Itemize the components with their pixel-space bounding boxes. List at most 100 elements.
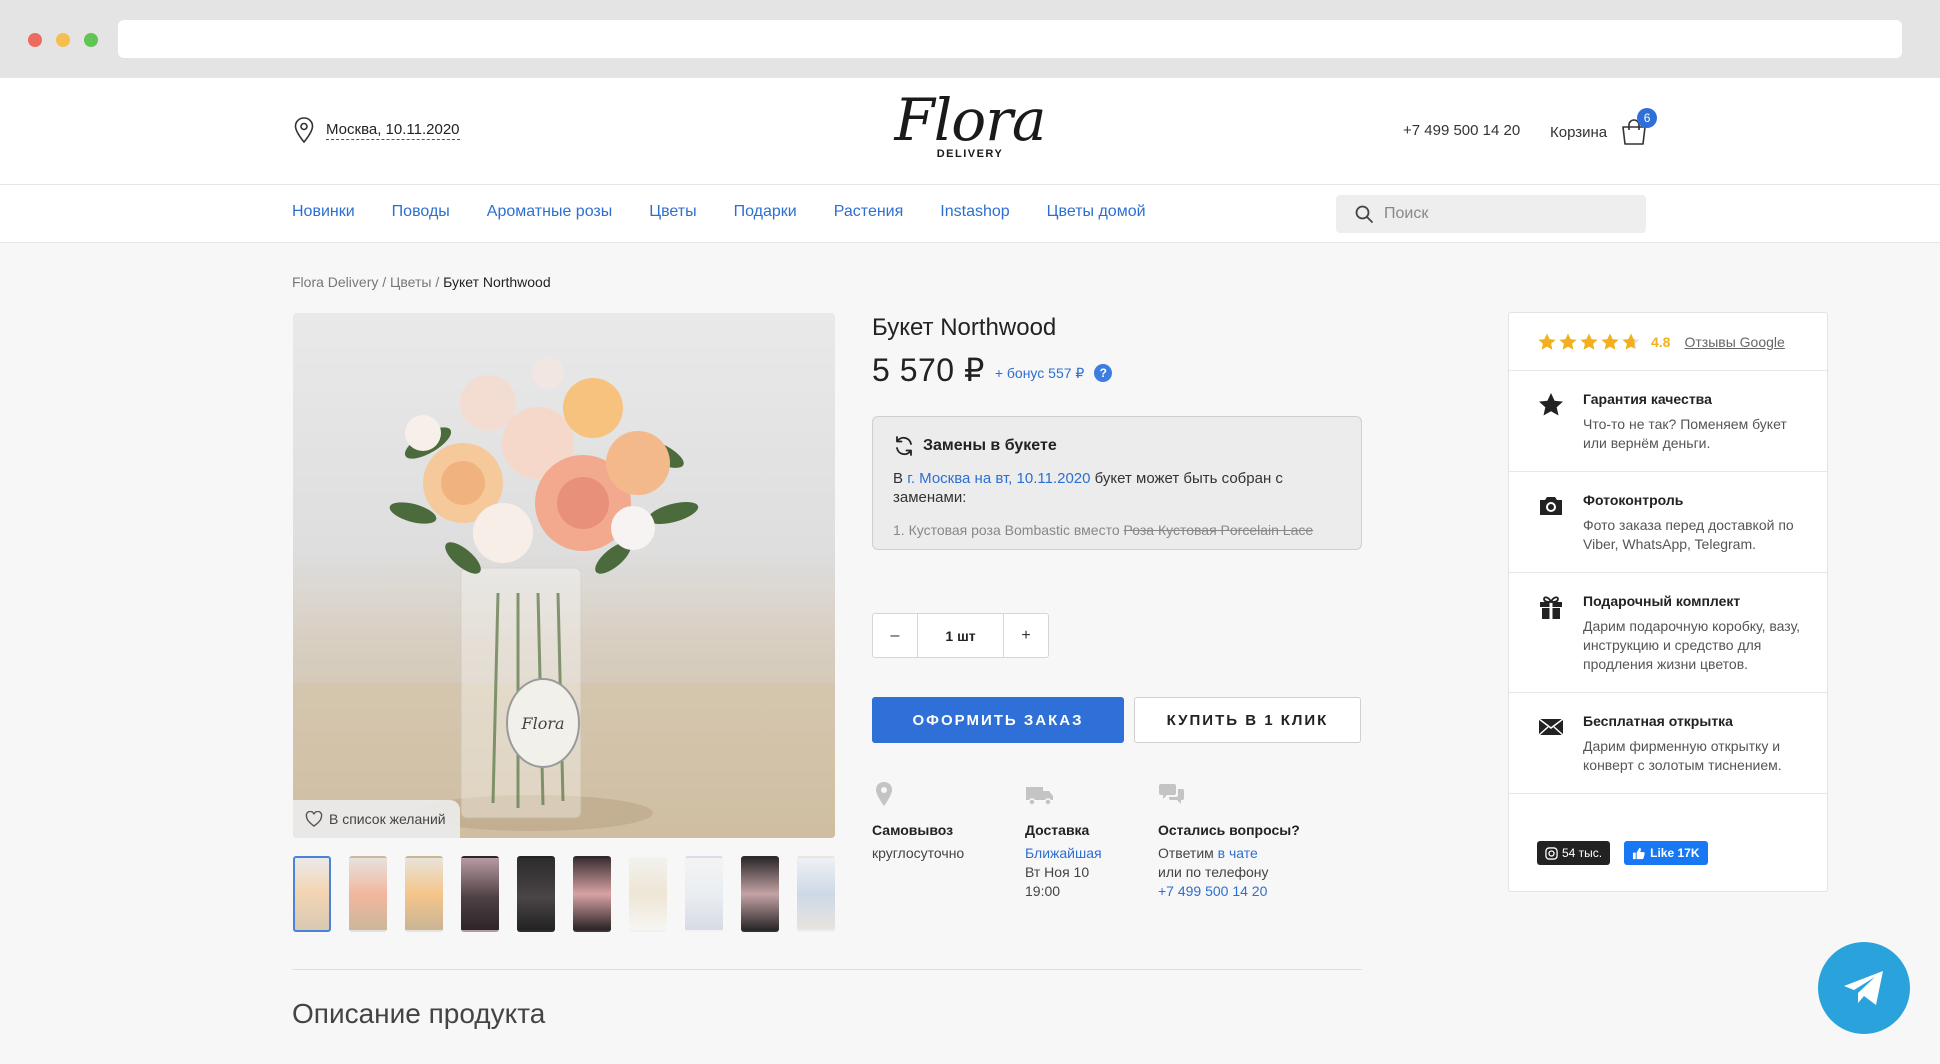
search-box[interactable]: [1336, 195, 1646, 233]
questions-chat-prefix: Ответим: [1158, 845, 1218, 861]
window-maximize-button[interactable]: [84, 33, 98, 47]
delivery-title: Доставка: [1025, 822, 1090, 838]
pickup-info: Самовывоз круглосуточно: [872, 781, 964, 863]
truck-icon: [1026, 787, 1053, 806]
facebook-like-button[interactable]: Like 17K: [1624, 841, 1708, 865]
star-icon: [1559, 333, 1577, 350]
nav-item-occasions[interactable]: Поводы: [392, 203, 450, 221]
search-icon: [1355, 205, 1373, 223]
price-row: 5 570 ₽ + бонус 557 ₽ ?: [872, 351, 1113, 389]
google-rating: 4.8 Отзывы Google: [1509, 313, 1827, 371]
shopping-bag-icon: 6: [1619, 108, 1658, 146]
thumbnail[interactable]: [461, 856, 499, 932]
location-text[interactable]: Москва, 10.11.2020: [326, 121, 460, 140]
benefits-panel: 4.8 Отзывы Google Гарантия качества Что-…: [1508, 312, 1828, 892]
address-bar[interactable]: [118, 20, 1902, 58]
substitution-heading: Замены в букете: [893, 435, 1341, 457]
description-heading: Описание продукта: [292, 998, 546, 1029]
nav-item-home-flowers[interactable]: Цветы домой: [1047, 203, 1146, 221]
substitution-date-link[interactable]: г. Москва на вт, 10.11.2020: [907, 470, 1090, 487]
cart-count-badge: 6: [1637, 108, 1658, 128]
feature-photo-control: Фотоконтроль Фото заказа перед доставкой…: [1509, 472, 1827, 573]
breadcrumb-current: Букет Northwood: [443, 274, 551, 290]
cart-button[interactable]: Корзина 6: [1550, 108, 1658, 146]
search-input[interactable]: [1384, 205, 1624, 223]
cart-label: Корзина: [1550, 123, 1608, 141]
delivery-nearest-link[interactable]: Ближайшая: [1025, 844, 1102, 863]
feature-title: Гарантия качества: [1583, 391, 1712, 407]
feature-text: Что-то не так? Поменяем букет или вернём…: [1583, 416, 1787, 451]
quantity-stepper: – 1 шт +: [872, 613, 1049, 658]
feature-title: Бесплатная открытка: [1583, 713, 1733, 729]
page-content: Flora Delivery / Цветы / Букет Northwood…: [0, 243, 1940, 1064]
quantity-value[interactable]: 1 шт: [917, 614, 1004, 657]
site-header: Москва, 10.11.2020 Flora DELIVERY +7 499…: [0, 78, 1940, 185]
thumbnail[interactable]: [629, 856, 667, 932]
questions-title: Остались вопросы?: [1158, 822, 1300, 838]
product-main-image[interactable]: Flora В список желаний: [293, 313, 835, 838]
nav-item-instashop[interactable]: Instashop: [940, 203, 1009, 221]
star-icon: [1539, 393, 1563, 416]
nav-item-flowers[interactable]: Цветы: [649, 203, 696, 221]
wishlist-label: В список желаний: [329, 811, 446, 827]
nav-item-plants[interactable]: Растения: [834, 203, 904, 221]
questions-info: Остались вопросы? Ответим в чате или по …: [1158, 781, 1300, 901]
envelope-icon: [1538, 718, 1564, 736]
header-phone[interactable]: +7 499 500 14 20: [1403, 122, 1520, 139]
breadcrumb-separator: /: [431, 274, 444, 290]
thumbnail[interactable]: [573, 856, 611, 932]
bouquet-illustration: Flora: [293, 357, 835, 838]
thumbnail[interactable]: [685, 856, 723, 932]
gift-icon: [1540, 596, 1562, 619]
google-reviews-link[interactable]: Отзывы Google: [1684, 334, 1784, 350]
feature-title: Фотоконтроль: [1583, 492, 1684, 508]
window-minimize-button[interactable]: [56, 33, 70, 47]
breadcrumb: Flora Delivery / Цветы / Букет Northwood: [292, 274, 551, 290]
heart-icon: [305, 811, 323, 827]
checkout-button[interactable]: ОФОРМИТЬ ЗАКАЗ: [872, 697, 1124, 743]
breadcrumb-category[interactable]: Цветы: [390, 274, 431, 290]
bonus-text[interactable]: + бонус 557 ₽: [995, 365, 1085, 382]
star-icon: [1538, 333, 1556, 350]
quantity-decrease-button[interactable]: –: [873, 614, 917, 657]
instagram-count: 54 тыс.: [1562, 846, 1603, 860]
help-icon[interactable]: ?: [1094, 364, 1113, 382]
feature-quality-guarantee: Гарантия качества Что-то не так? Поменяе…: [1509, 371, 1827, 472]
thumbnail[interactable]: [405, 856, 443, 932]
telegram-chat-button[interactable]: [1818, 942, 1910, 1034]
product-price: 5 570 ₽: [872, 352, 985, 388]
feature-title: Подарочный комплект: [1583, 593, 1741, 609]
wishlist-button[interactable]: В список желаний: [293, 800, 460, 838]
chat-link[interactable]: в чате: [1218, 845, 1258, 861]
thumbs-up-icon: [1633, 847, 1645, 859]
quantity-increase-button[interactable]: +: [1004, 614, 1048, 657]
product-title: Букет Northwood: [872, 314, 1057, 341]
breadcrumb-home[interactable]: Flora Delivery: [292, 274, 378, 290]
thumbnail[interactable]: [741, 856, 779, 932]
star-icon: [1580, 333, 1598, 350]
rating-stars: [1537, 332, 1641, 352]
thumbnail[interactable]: [293, 856, 331, 932]
nav-item-gifts[interactable]: Подарки: [734, 203, 797, 221]
facebook-like-label: Like 17K: [1650, 846, 1700, 860]
telegram-icon: [1844, 971, 1883, 1005]
location-pin-icon: [876, 782, 892, 806]
instagram-widget[interactable]: 54 тыс.: [1537, 841, 1611, 865]
feature-gift-set: Подарочный комплект Дарим подарочную кор…: [1509, 573, 1827, 693]
browser-chrome: [0, 0, 1940, 78]
location-pin-icon: [294, 117, 314, 144]
thumbnail[interactable]: [797, 856, 835, 932]
one-click-buy-button[interactable]: КУПИТЬ В 1 КЛИК: [1134, 697, 1361, 743]
site-logo[interactable]: Flora DELIVERY: [880, 88, 1060, 178]
nav-item-new[interactable]: Новинки: [292, 203, 355, 221]
substitution-title: Замены в букете: [923, 437, 1057, 454]
feature-text: Дарим подарочную коробку, вазу, инструкц…: [1583, 618, 1801, 672]
nav-item-fragrant-roses[interactable]: Ароматные розы: [487, 203, 612, 221]
substitution-notice: Замены в букете В г. Москва на вт, 10.11…: [872, 416, 1362, 550]
questions-phone-link[interactable]: +7 499 500 14 20: [1158, 882, 1300, 901]
window-close-button[interactable]: [28, 33, 42, 47]
thumbnail[interactable]: [349, 856, 387, 932]
thumbnail[interactable]: [517, 856, 555, 932]
location-selector[interactable]: Москва, 10.11.2020: [292, 116, 460, 144]
feature-text: Фото заказа перед доставкой по Viber, Wh…: [1583, 517, 1794, 552]
